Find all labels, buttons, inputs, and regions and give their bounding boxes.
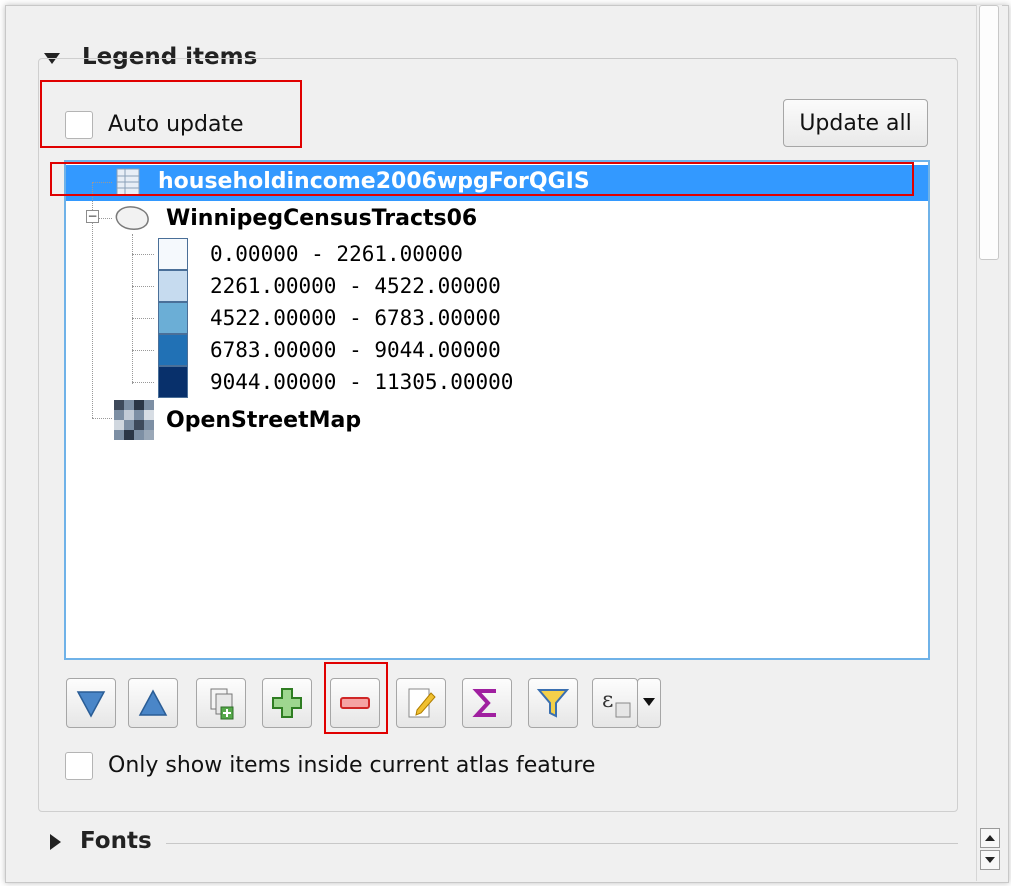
- tree-connector: [92, 418, 112, 419]
- tree-connector: [92, 182, 112, 183]
- class-range-label: 4522.00000 - 6783.00000: [210, 306, 501, 330]
- auto-update-checkbox[interactable]: [65, 111, 93, 139]
- sum-icon: [472, 689, 496, 717]
- class-range-label: 6783.00000 - 9044.00000: [210, 338, 501, 362]
- tree-item-label: WinnipegCensusTracts06: [166, 206, 478, 231]
- chevron-down-icon: [643, 698, 655, 706]
- class-range-label: 0.00000 - 2261.00000: [210, 242, 463, 266]
- svg-text:ε: ε: [602, 688, 613, 713]
- add-group-button[interactable]: [196, 678, 246, 728]
- atlas-filter-checkbox[interactable]: [65, 752, 93, 780]
- remove-item-button[interactable]: [330, 678, 380, 728]
- arrow-down-icon: [985, 857, 995, 863]
- section-divider: [270, 58, 956, 59]
- class-range-label: 2261.00000 - 4522.00000: [210, 274, 501, 298]
- scrollbar-thumb[interactable]: [979, 5, 999, 260]
- class-color-swatch: [158, 238, 188, 270]
- class-color-swatch: [158, 270, 188, 302]
- arrow-up-icon: [985, 835, 995, 841]
- class-range-label: 9044.00000 - 11305.00000: [210, 370, 514, 394]
- auto-update-label: Auto update: [108, 112, 244, 137]
- polygon-layer-icon: [115, 206, 149, 230]
- tree-connector: [132, 286, 154, 287]
- table-icon: [116, 168, 140, 196]
- tree-item-label: householdincome2006wpgForQGIS: [158, 169, 590, 194]
- class-color-swatch: [158, 366, 188, 398]
- move-down-icon: [76, 691, 106, 718]
- collapse-toggle-icon[interactable]: −: [86, 210, 99, 223]
- move-up-button[interactable]: [128, 678, 178, 728]
- tree-connector: [132, 234, 133, 384]
- atlas-filter-label: Only show items inside current atlas fea…: [108, 753, 596, 778]
- tree-connector: [132, 382, 154, 383]
- tree-connector: [132, 318, 154, 319]
- tree-connector: [132, 350, 154, 351]
- scroll-up-button[interactable]: [980, 828, 1000, 848]
- tree-connector: [98, 218, 112, 219]
- edit-icon: [408, 688, 436, 718]
- add-item-icon: [272, 688, 302, 718]
- filter-icon: [536, 689, 570, 718]
- expression-icon: ε: [602, 688, 631, 718]
- edit-item-button[interactable]: [396, 678, 446, 728]
- sum-button[interactable]: [462, 678, 512, 728]
- filter-button[interactable]: [528, 678, 578, 728]
- tree-item-label: OpenStreetMap: [166, 408, 362, 433]
- remove-item-icon: [340, 697, 370, 709]
- update-all-button[interactable]: Update all: [783, 99, 928, 147]
- tree-connector: [132, 254, 154, 255]
- expression-dropdown-button[interactable]: [637, 678, 661, 728]
- scroll-down-button[interactable]: [980, 850, 1000, 870]
- raster-layer-icon: [114, 400, 154, 440]
- expand-arrow-icon[interactable]: [50, 834, 61, 850]
- move-up-icon: [138, 689, 168, 716]
- legend-tree[interactable]: householdincome2006wpgForQGIS − Winnipeg…: [64, 160, 930, 660]
- fonts-section-title[interactable]: Fonts: [80, 828, 152, 854]
- section-divider: [166, 843, 958, 844]
- add-item-button[interactable]: [262, 678, 312, 728]
- class-color-swatch: [158, 302, 188, 334]
- add-group-icon: [210, 688, 234, 720]
- expression-button[interactable]: ε: [592, 678, 638, 728]
- class-color-swatch: [158, 334, 188, 366]
- move-down-button[interactable]: [66, 678, 116, 728]
